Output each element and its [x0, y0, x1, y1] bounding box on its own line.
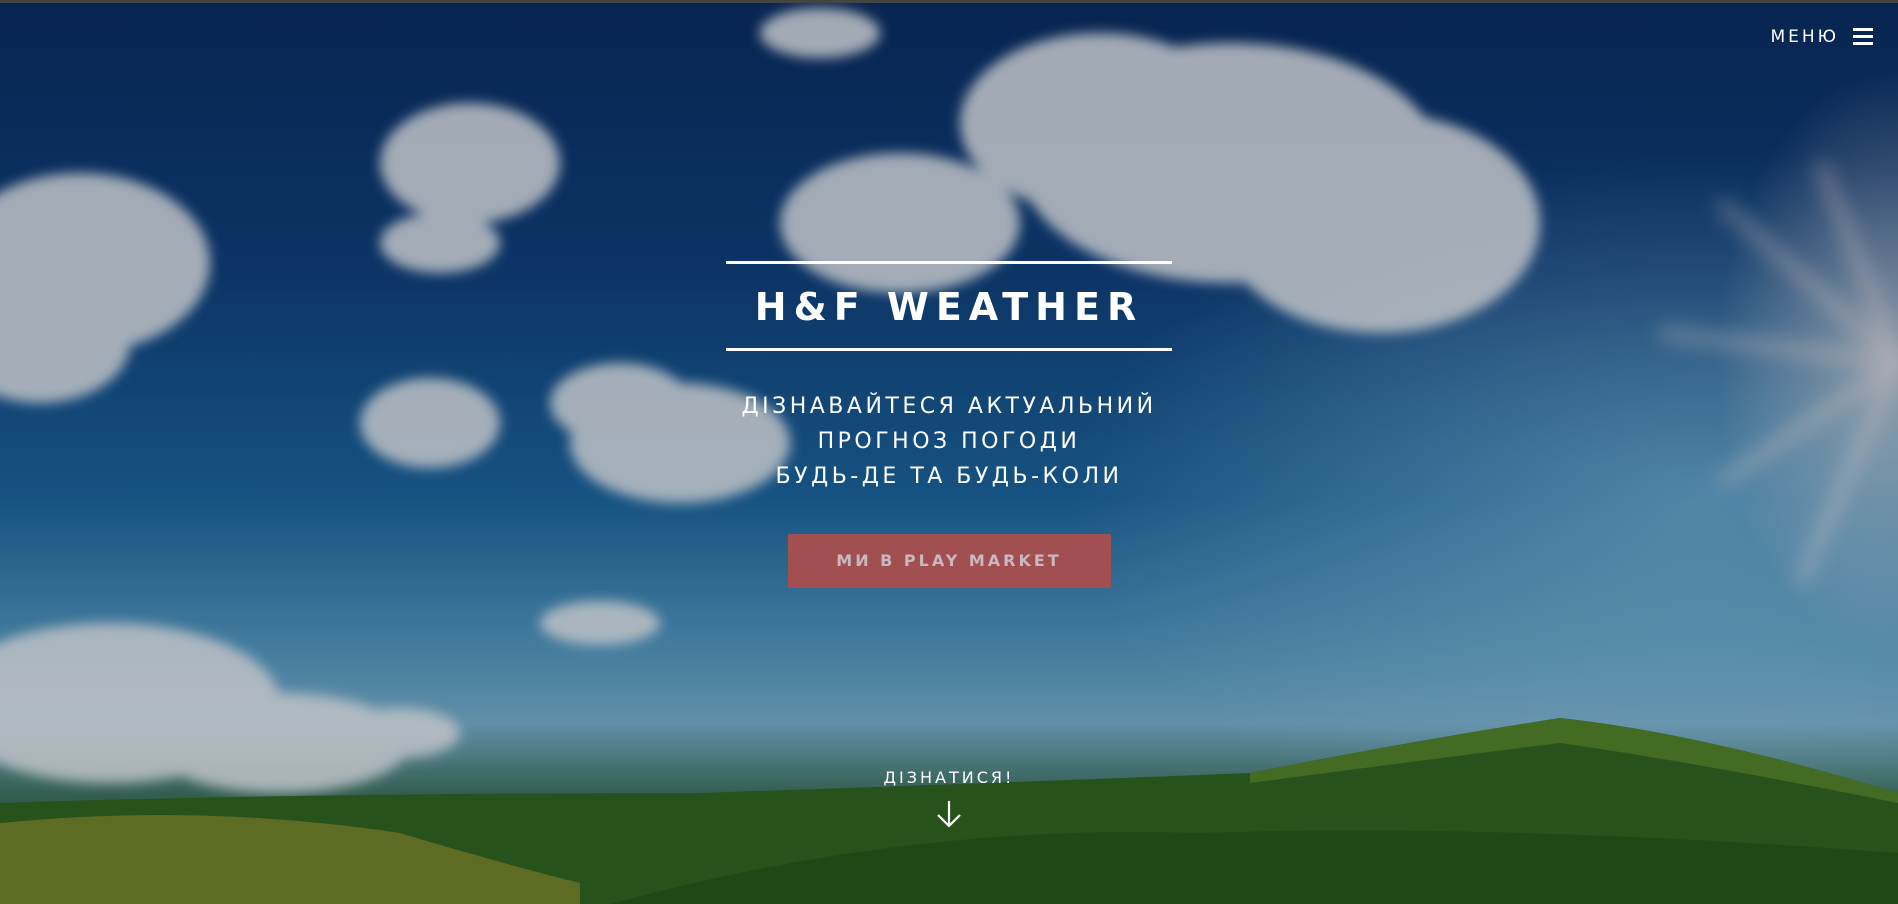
- tagline-line: БУДЬ-ДЕ ТА БУДЬ-КОЛИ: [775, 464, 1123, 489]
- tagline-line: ПРОГНОЗ ПОГОДИ: [817, 429, 1081, 454]
- hero-tagline: ДІЗНАВАЙТЕСЯ АКТУАЛЬНИЙ ПРОГНОЗ ПОГОДИ Б…: [0, 389, 1898, 494]
- scroll-hint[interactable]: ДІЗНАТИСЯ!: [0, 768, 1898, 833]
- hero-content: H&F WEATHER ДІЗНАВАЙТЕСЯ АКТУАЛЬНИЙ ПРОГ…: [0, 261, 1898, 588]
- scroll-hint-label[interactable]: ДІЗНАТИСЯ!: [0, 768, 1898, 787]
- landing-page: МЕНЮ H&F WEATHER ДІЗНАВАЙТЕСЯ АКТУАЛЬНИЙ…: [0, 0, 1898, 904]
- title-frame: H&F WEATHER: [726, 261, 1172, 351]
- menu-label: МЕНЮ: [1770, 27, 1839, 47]
- play-market-button[interactable]: МИ В PLAY MARKET: [787, 534, 1111, 588]
- arrow-down-icon[interactable]: [935, 799, 963, 833]
- tagline-line: ДІЗНАВАЙТЕСЯ АКТУАЛЬНИЙ: [741, 394, 1157, 419]
- hamburger-icon[interactable]: [1853, 28, 1873, 46]
- menu-button[interactable]: МЕНЮ: [1770, 27, 1873, 47]
- site-title: H&F WEATHER: [754, 285, 1144, 329]
